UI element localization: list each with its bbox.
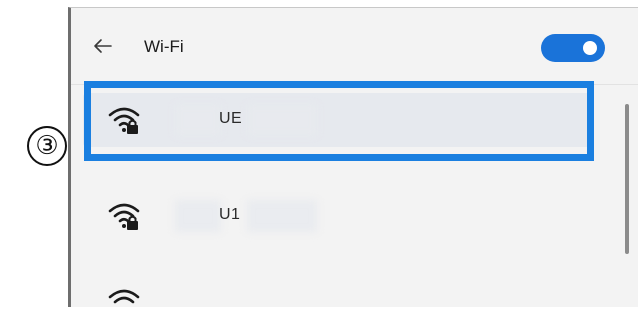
toggle-knob: [583, 41, 597, 55]
network-item-3[interactable]: [83, 275, 593, 329]
page-title: Wi-Fi: [144, 37, 184, 56]
network-name: U1: [219, 206, 241, 223]
arrow-left-icon: [94, 39, 112, 53]
wifi-toggle[interactable]: [541, 34, 605, 62]
wifi-flyout-panel: Wi-Fi UE U1: [68, 7, 638, 307]
network-name: UE: [219, 110, 243, 127]
redaction-blur: [247, 200, 317, 232]
network-item-2[interactable]: U1: [83, 189, 593, 243]
back-button[interactable]: [89, 32, 117, 60]
network-item-1[interactable]: UE: [83, 93, 593, 147]
secured-wifi-icon: [108, 107, 140, 134]
step-number-marker: ③: [27, 126, 67, 166]
scrollbar[interactable]: [625, 104, 629, 254]
secured-wifi-icon: [108, 289, 140, 304]
network-list: UE U1: [71, 85, 638, 315]
wifi-header: Wi-Fi: [71, 8, 638, 85]
redaction-blur: [247, 104, 317, 136]
redaction-blur: [175, 104, 221, 136]
secured-wifi-icon: [108, 203, 140, 230]
redaction-blur: [175, 200, 221, 232]
